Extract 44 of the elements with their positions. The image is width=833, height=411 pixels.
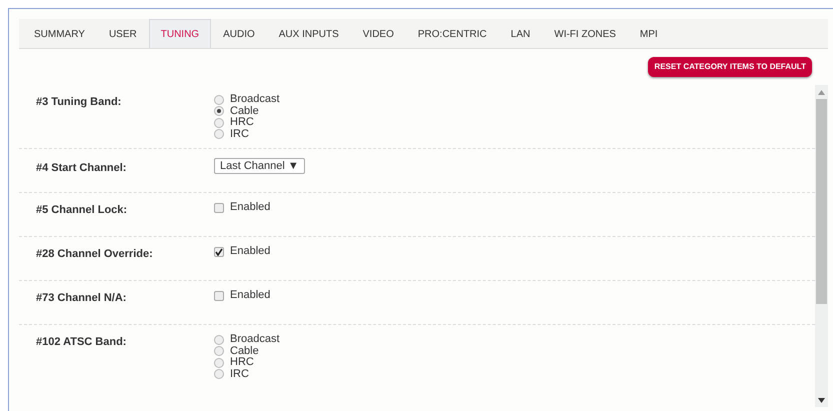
- option-label: IRC: [230, 128, 249, 140]
- radio-button[interactable]: [214, 334, 224, 345]
- setting-label: #73 Channel N/A:: [36, 291, 128, 306]
- radio-button[interactable]: [214, 118, 224, 128]
- tab[interactable]: SUMMARY: [22, 19, 97, 48]
- setting-label: #4 Start Channel:: [36, 161, 128, 176]
- option-label: HRC: [230, 357, 254, 368]
- setting-label: #5 Channel Lock:: [36, 203, 128, 218]
- checkbox-label: Enabled: [230, 290, 270, 302]
- radio-button[interactable]: [214, 94, 224, 105]
- checkbox-label: Enabled: [230, 246, 270, 258]
- tab[interactable]: USER: [96, 19, 149, 48]
- tab[interactable]: MPI: [628, 19, 670, 48]
- checkbox-label: Enabled: [230, 202, 270, 214]
- radio-button[interactable]: [214, 358, 224, 368]
- start-channel-dropdown[interactable]: Last Channel ▼: [214, 158, 305, 174]
- scrollbar-thumb[interactable]: [816, 99, 827, 304]
- reset-defaults-button[interactable]: RESET CATEGORY ITEMS TO DEFAULT: [648, 57, 812, 77]
- tab[interactable]: WI-FI ZONES: [542, 19, 628, 48]
- setting-label: #102 ATSC Band:: [36, 335, 128, 350]
- scrollbar[interactable]: [815, 85, 828, 407]
- setting-label: #3 Tuning Band:: [36, 95, 122, 110]
- checkbox[interactable]: [214, 246, 224, 257]
- option-label: HRC: [230, 117, 254, 128]
- radio-button[interactable]: [214, 369, 224, 380]
- tab[interactable]: VIDEO: [350, 19, 406, 48]
- checkbox[interactable]: [214, 202, 224, 213]
- tab[interactable]: AUDIO: [211, 19, 267, 48]
- scroll-up-icon[interactable]: [818, 90, 825, 95]
- tab[interactable]: PRO:CENTRIC: [406, 19, 499, 48]
- tab[interactable]: LAN: [498, 19, 542, 48]
- option-label: IRC: [230, 368, 249, 380]
- tab[interactable]: AUX INPUTS: [266, 19, 351, 48]
- radio-button[interactable]: [214, 129, 224, 140]
- option-label: Cable: [230, 106, 259, 117]
- option-label: Cable: [230, 346, 259, 357]
- option-label: Broadcast: [230, 334, 280, 346]
- checkbox[interactable]: [214, 290, 224, 301]
- setting-label: #28 Channel Override:: [36, 247, 154, 262]
- option-label: Broadcast: [230, 94, 280, 106]
- radio-button[interactable]: [214, 106, 224, 116]
- tab[interactable]: TUNING: [148, 19, 212, 48]
- scroll-down-icon[interactable]: [818, 398, 825, 403]
- radio-button[interactable]: [214, 346, 224, 356]
